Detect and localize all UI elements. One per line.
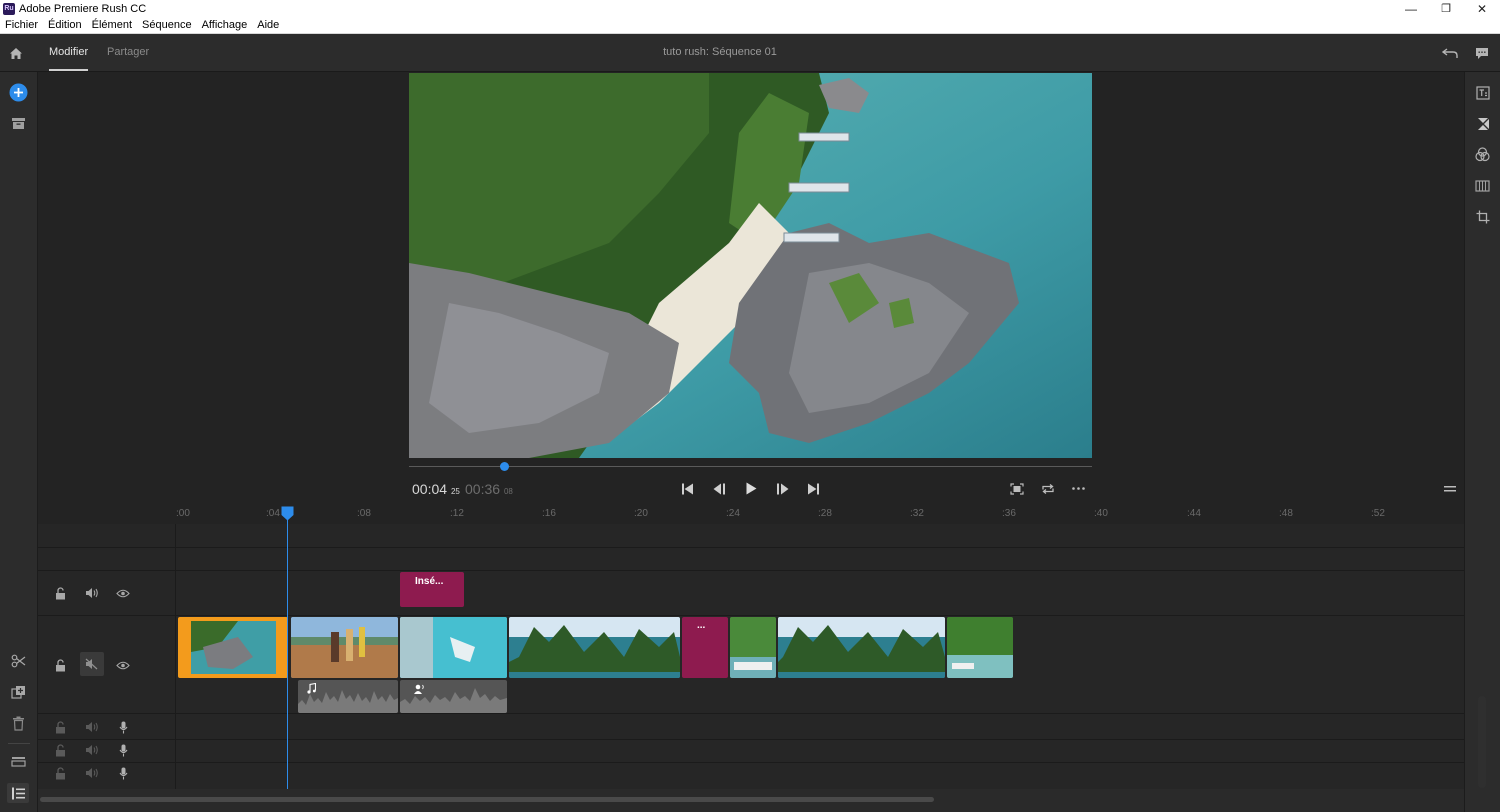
track-divider <box>38 615 1464 616</box>
ruler-tick: :20 <box>634 508 648 519</box>
vertical-scrollbar[interactable] <box>1478 696 1486 788</box>
left-rail-divider <box>8 743 30 744</box>
minimize-button[interactable]: — <box>1393 0 1429 17</box>
delete-trash-icon[interactable] <box>10 715 27 731</box>
crop-transform-icon[interactable] <box>1474 208 1491 225</box>
ruler-tick: :48 <box>1279 508 1293 519</box>
menu-affichage[interactable]: Affichage <box>202 19 248 31</box>
transition-clip-label: ... <box>697 620 706 631</box>
panel-menu-icon[interactable] <box>1441 482 1458 495</box>
microphone-icon[interactable] <box>115 765 131 781</box>
premiere-rush-app-icon: Ru <box>3 2 15 15</box>
menu-aide[interactable]: Aide <box>257 19 279 31</box>
video-clip[interactable] <box>947 617 1013 678</box>
ruler-tick: :44 <box>1187 508 1201 519</box>
ruler-tick: :08 <box>357 508 371 519</box>
audio-waveform-clip[interactable] <box>298 680 398 713</box>
split-scissors-icon[interactable] <box>10 653 27 669</box>
loop-icon[interactable] <box>1039 481 1056 496</box>
audio-track-volume-icon[interactable] <box>84 765 100 781</box>
restore-button[interactable]: ❐ <box>1428 0 1464 17</box>
toggle-track-controls-icon[interactable] <box>7 783 29 803</box>
menu-fichier[interactable]: Fichier <box>5 19 38 31</box>
ruler-tick: :00 <box>176 508 190 519</box>
duplicate-icon[interactable] <box>10 684 27 700</box>
sequence-title: tuto rush: Séquence 01 <box>663 46 777 58</box>
menu-edition[interactable]: Édition <box>48 19 82 31</box>
track-divider <box>38 739 1464 740</box>
track-divider <box>38 570 1464 571</box>
title-clip-label: Insé... <box>415 576 444 587</box>
track-lock-icon[interactable] <box>53 585 68 601</box>
ruler-tick: :36 <box>1002 508 1016 519</box>
close-button[interactable]: ✕ <box>1464 0 1500 17</box>
window-title: Adobe Premiere Rush CC <box>19 2 147 15</box>
video-clip[interactable] <box>400 617 507 678</box>
track-divider <box>38 547 1464 548</box>
audio-track-volume-icon[interactable] <box>84 742 100 758</box>
audio-track-lock-icon[interactable] <box>53 719 68 735</box>
playhead-marker[interactable] <box>281 506 294 521</box>
duration-timecode: 00:36 08 <box>465 481 513 497</box>
color-panel-icon[interactable] <box>1474 146 1491 163</box>
playhead-line <box>287 519 288 789</box>
titles-panel-icon[interactable] <box>1474 84 1491 101</box>
video-clip[interactable] <box>509 617 680 678</box>
timeline-ruler[interactable] <box>38 505 1464 524</box>
ruler-tick: :40 <box>1094 508 1108 519</box>
project-assets-icon[interactable] <box>10 116 27 131</box>
ruler-tick: :16 <box>542 508 556 519</box>
play-icon[interactable] <box>743 481 759 496</box>
menu-sequence[interactable]: Séquence <box>142 19 192 31</box>
add-media-icon[interactable] <box>9 83 28 102</box>
transitions-panel-icon[interactable] <box>1474 115 1491 132</box>
track-header-separator <box>175 524 176 789</box>
ruler-tick: :04 <box>266 508 280 519</box>
audio-track-lock-icon[interactable] <box>53 742 68 758</box>
current-timecode: 00:04 25 <box>412 481 460 497</box>
ruler-tick: :24 <box>726 508 740 519</box>
video-clip[interactable] <box>778 617 945 678</box>
track-height-icon[interactable] <box>10 753 27 769</box>
track-mute-icon[interactable] <box>80 652 104 676</box>
audio-track-lock-icon[interactable] <box>53 765 68 781</box>
video-clip-selected[interactable] <box>178 617 288 678</box>
go-to-end-icon[interactable] <box>805 481 821 496</box>
ruler-tick: :12 <box>450 508 464 519</box>
video-preview[interactable] <box>409 73 1092 458</box>
ruler-tick: :52 <box>1371 508 1385 519</box>
menu-element[interactable]: Élément <box>92 19 132 31</box>
video-clip[interactable] <box>291 617 398 678</box>
left-toolbar <box>0 72 38 812</box>
comment-icon[interactable] <box>1473 45 1491 61</box>
more-options-icon[interactable] <box>1070 481 1087 496</box>
microphone-icon[interactable] <box>115 719 131 735</box>
track-divider <box>38 713 1464 714</box>
undo-icon[interactable] <box>1441 45 1459 61</box>
menu-bar: Fichier Édition Élément Séquence Afficha… <box>0 17 1500 34</box>
window-title-bar: Ru Adobe Premiere Rush CC <box>0 0 1500 17</box>
step-back-icon[interactable] <box>711 481 727 496</box>
audio-waveform-clip[interactable] <box>400 680 507 713</box>
transition-clip[interactable]: ... <box>682 617 728 678</box>
app-header: Modifier Partager tuto rush: Séquence 01 <box>0 34 1500 72</box>
microphone-icon[interactable] <box>115 742 131 758</box>
speed-panel-icon[interactable] <box>1474 177 1491 194</box>
track-visibility-icon[interactable] <box>115 657 131 673</box>
video-clip[interactable] <box>730 617 776 678</box>
title-clip[interactable]: Insé... <box>400 572 464 607</box>
go-to-start-icon[interactable] <box>680 481 696 496</box>
scrubber-track[interactable] <box>409 466 1092 467</box>
fit-to-view-icon[interactable] <box>1008 481 1025 496</box>
active-tab-indicator <box>49 69 88 71</box>
track-volume-icon[interactable] <box>84 585 100 601</box>
track-divider <box>38 762 1464 763</box>
step-forward-icon[interactable] <box>774 481 790 496</box>
ruler-tick: :32 <box>910 508 924 519</box>
audio-track-volume-icon[interactable] <box>84 719 100 735</box>
ruler-tick: :28 <box>818 508 832 519</box>
track-lock-icon[interactable] <box>53 657 68 673</box>
horizontal-scrollbar[interactable] <box>40 797 934 802</box>
track-visibility-icon[interactable] <box>115 585 131 601</box>
